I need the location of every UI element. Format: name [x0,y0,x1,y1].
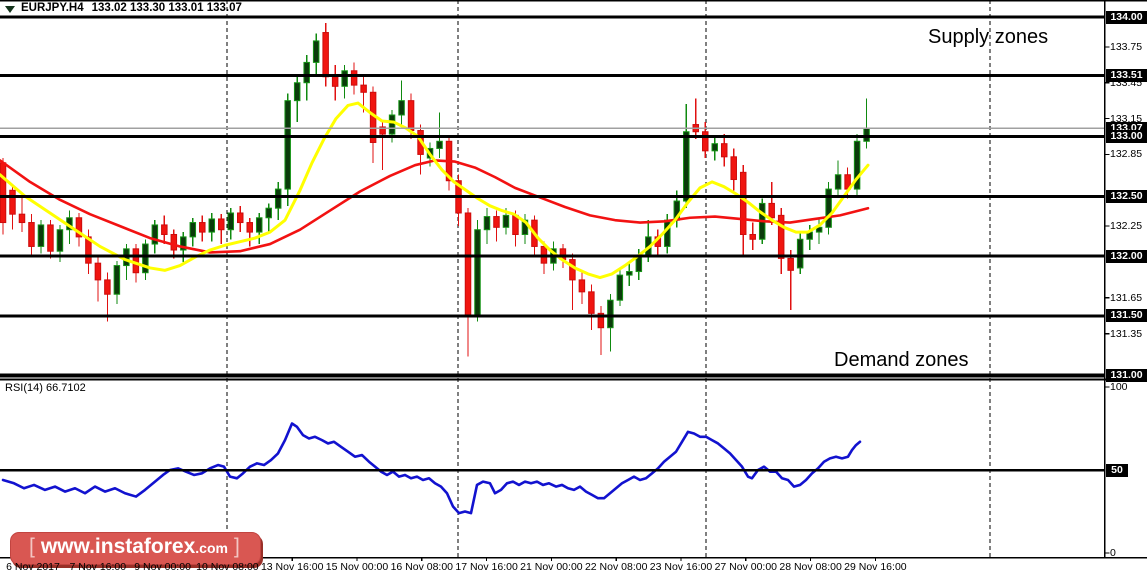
chart-title: EURJPY.H4 133.02 133.30 133.01 133.07 [3,2,242,14]
ohlc-quote: 133.02 133.30 133.01 133.07 [91,2,242,14]
mt4-chart-window: EURJPY.H4 133.02 133.30 133.01 133.07 Su… [0,0,1147,585]
price-badge: 132.50 [1106,189,1147,203]
chart-background [0,0,1147,585]
candle-body [464,212,472,317]
candle-body [730,156,737,181]
candle-body [787,257,794,271]
candle-body [834,174,842,190]
candle-body [607,299,614,329]
candle-body [208,218,216,233]
watermark-bracket-left: [ [29,535,35,558]
candle-body [388,114,396,135]
candle-body [189,222,197,238]
candle-body [322,32,329,78]
candle-body [246,222,253,233]
chart-canvas[interactable] [0,0,1147,585]
candle-body [9,189,16,215]
candle-body [237,212,244,224]
candle-body [683,131,690,202]
candle-body [0,162,7,224]
candle-body [702,131,709,152]
price-axis-label: 133.75 [1110,40,1143,53]
candle-body [436,140,443,149]
candle-body [360,84,367,93]
candle-body [341,70,348,87]
candle-body [227,212,235,231]
candle-body [293,82,301,102]
candle-body [37,224,45,247]
candle-body [132,248,140,274]
candle-body [626,271,633,276]
candle-body [569,259,576,281]
candle-body [104,279,111,295]
price-badge: 133.00 [1106,130,1147,143]
demand-zones-label: Demand zones [834,349,969,371]
watermark-bracket-right: ] [233,535,240,558]
candle-body [161,224,168,235]
candle-body [218,218,225,231]
rsi-indicator-label: RSI(14) 66.7102 [5,382,86,394]
date-axis-label: 29 Nov 16:00 [844,561,907,573]
candle-body [350,70,358,86]
candle-body [616,274,624,301]
candle-body [407,100,415,132]
rsi-axis-label: 100 [1110,381,1128,393]
symbol-dropdown-icon[interactable] [5,5,15,13]
candle-body [578,279,586,293]
candle-body [749,233,756,240]
candle-body [502,214,510,228]
rsi-badge: 50 [1106,463,1128,477]
candle-body [398,100,405,116]
candle-body [113,265,121,295]
watermark-text: www.instaforex [40,535,196,558]
price-axis-label: 132.85 [1110,148,1143,161]
candle-body [265,207,272,219]
price-badge: 132.00 [1106,249,1147,263]
candle-body [739,171,747,235]
price-axis-label: 131.65 [1110,291,1143,304]
price-badge: 134.00 [1106,10,1147,24]
price-axis-label: 131.35 [1110,327,1143,340]
candle-body [94,262,102,281]
candle-body [56,229,64,252]
candle-body [331,76,339,87]
candle-body [199,222,206,233]
candle-body [255,217,263,233]
candle-body [47,224,54,252]
candle-body [28,222,35,247]
candle-body [312,40,320,63]
candle-body [284,100,291,190]
candle-body [474,229,481,317]
candle-body [493,216,500,228]
candle-body [274,188,282,209]
candle-body [303,61,310,84]
price-axis-label: 132.25 [1110,220,1143,233]
rsi-axis-label: 0 [1110,547,1116,559]
candle-body [768,202,775,219]
price-badge: 133.51 [1106,69,1147,83]
price-badge: 131.50 [1106,309,1147,323]
candle-body [863,127,870,142]
candle-body [18,213,26,224]
candle-body [711,143,718,152]
candle-body [796,238,804,269]
candle-body [720,143,728,158]
candle-body [483,216,491,231]
symbol-label: EURJPY.H4 [21,2,84,14]
candle-body [588,291,595,314]
candle-body [664,219,671,247]
candle-body [170,233,178,251]
watermark-tld: .com [195,540,228,556]
supply-zones-label: Supply zones [928,26,1049,48]
